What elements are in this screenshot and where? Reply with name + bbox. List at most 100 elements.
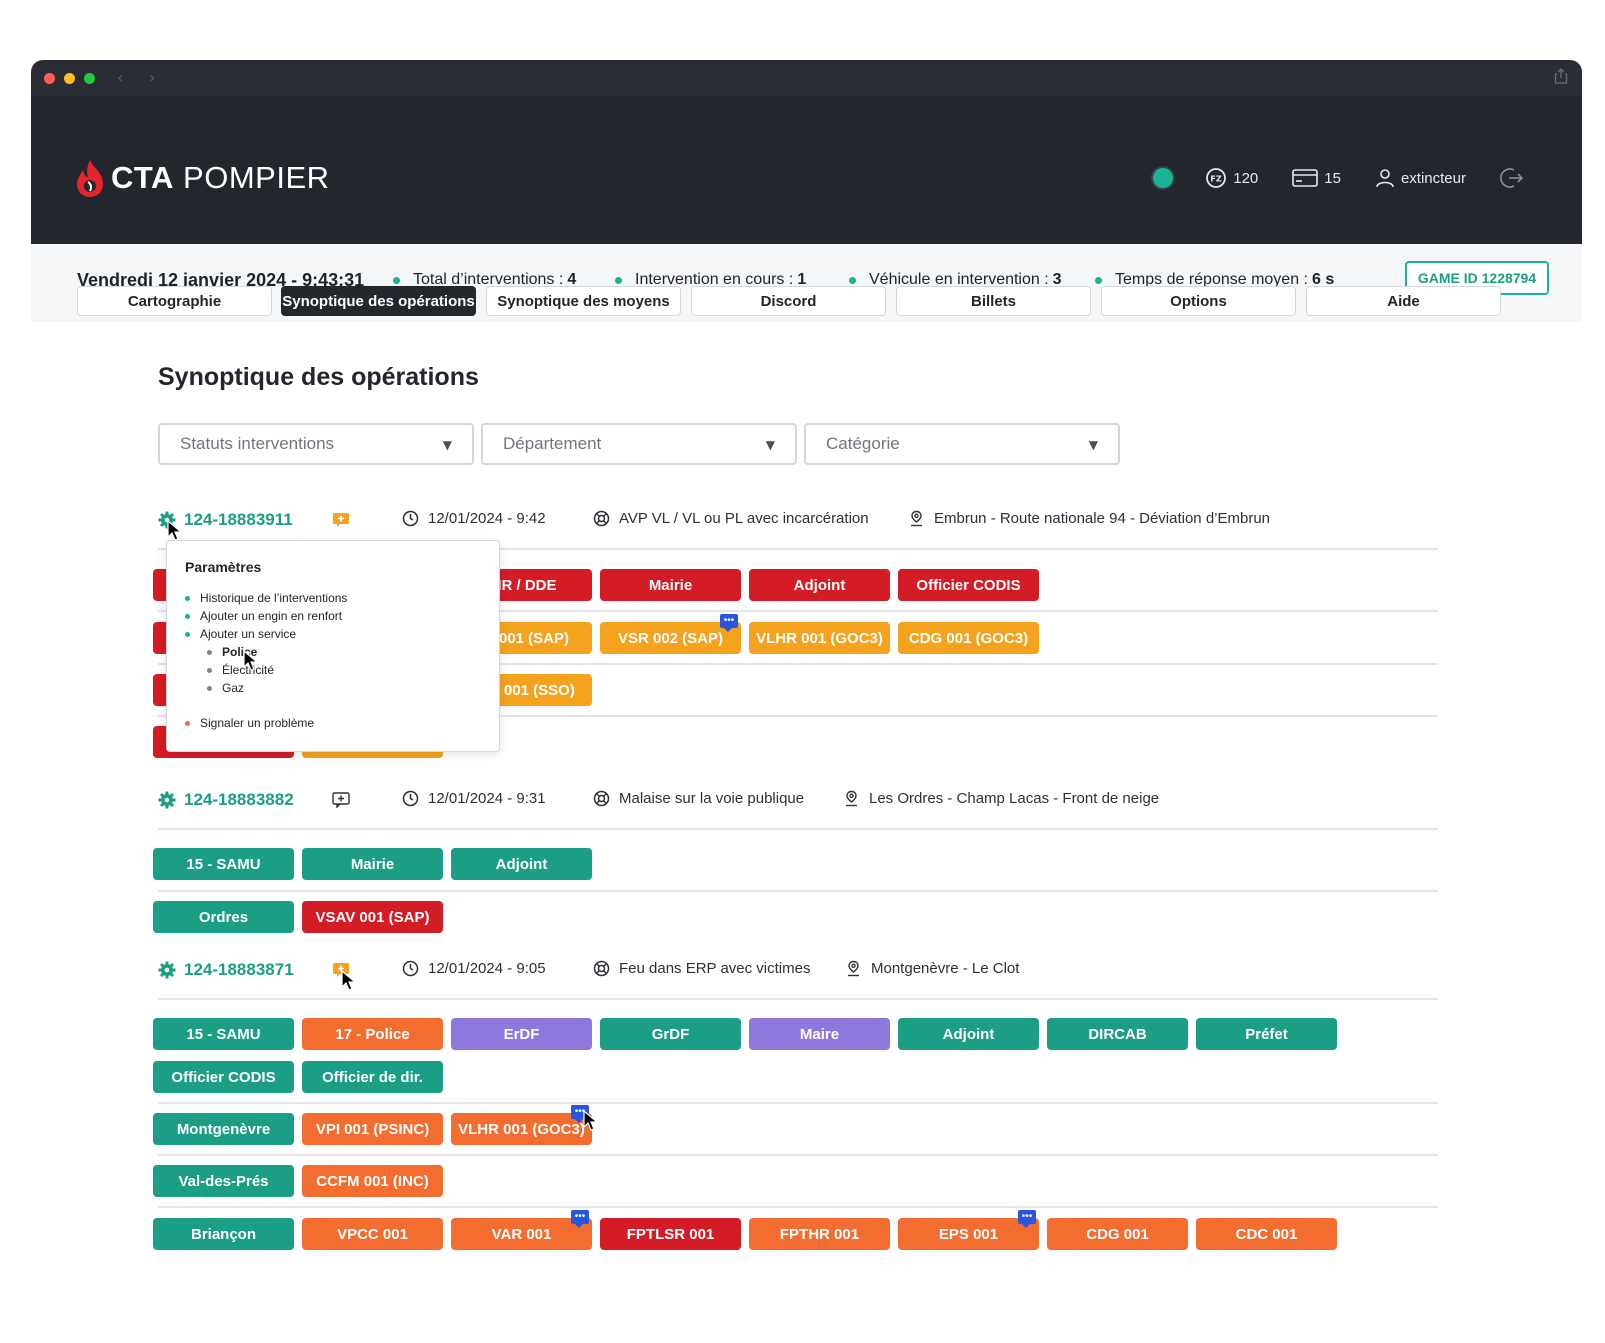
service-chip[interactable]: Préfet (1196, 1018, 1337, 1050)
service-chip[interactable]: DIRCAB (1047, 1018, 1188, 1050)
card-icon (1292, 169, 1319, 187)
app-header: CTA POMPIER FZ 120 15 extincteur (31, 96, 1582, 244)
divider (158, 890, 1438, 892)
category-filter-select[interactable]: Catégorie ▼ (804, 423, 1120, 465)
menu-item-history[interactable]: Historique de l’interventions (185, 591, 347, 605)
points-counter[interactable]: FZ 120 (1205, 167, 1258, 189)
menu-item-report-problem[interactable]: Signaler un problème (185, 716, 314, 730)
divider (158, 1206, 1438, 1208)
chevron-down-icon: ▼ (442, 438, 452, 452)
service-chip[interactable]: 15 - SAMU (153, 848, 294, 880)
service-chip[interactable]: Mairie (302, 848, 443, 880)
operation-id-link[interactable]: 124-18883882 (158, 790, 294, 810)
tab-cartographie[interactable]: Cartographie (77, 286, 272, 316)
vehicle-chip[interactable]: VLHR 001 (GOC3) (749, 622, 890, 654)
vehicle-chip[interactable]: CCFM 001 (INC) (302, 1165, 443, 1197)
location-pin-icon (911, 510, 922, 527)
brand-logo[interactable]: CTA POMPIER (73, 156, 330, 200)
station-chip[interactable]: Briançon (153, 1218, 294, 1250)
settings-popup: Paramètres Historique de l’interventions… (166, 540, 500, 752)
service-chip[interactable]: GrDF (600, 1018, 741, 1050)
operation-type: Malaise sur la voie publique (593, 790, 804, 807)
message-icon[interactable]: ••• (720, 614, 738, 632)
menu-item-add-vehicle[interactable]: Ajouter un engin en renfort (185, 609, 342, 623)
gear-icon[interactable] (158, 961, 176, 979)
share-icon[interactable] (1554, 68, 1568, 84)
cards-counter[interactable]: 15 (1292, 168, 1341, 188)
logout-icon[interactable] (1500, 167, 1524, 189)
maximize-window-button[interactable] (84, 73, 95, 84)
vehicle-chip[interactable]: FPTLSR 001 (600, 1218, 741, 1250)
user-menu[interactable]: extincteur (1375, 168, 1466, 188)
divider (158, 998, 1438, 1000)
vehicle-chip[interactable]: VPI 001 (PSINC) (302, 1113, 443, 1145)
service-chip[interactable]: Adjoint (898, 1018, 1039, 1050)
operation-location: Embrun - Route nationale 94 - Déviation … (908, 510, 1270, 527)
tab-aide[interactable]: Aide (1306, 286, 1501, 316)
service-chip[interactable]: Adjoint (749, 569, 890, 601)
operation-id-link[interactable]: 124-18883871 (158, 960, 294, 980)
tab-billets[interactable]: Billets (896, 286, 1091, 316)
message-add-icon[interactable] (332, 512, 350, 528)
department-filter-select[interactable]: Département ▼ (481, 423, 797, 465)
menu-item-gas[interactable]: Gaz (207, 681, 244, 695)
user-icon (1376, 169, 1394, 188)
connection-status-indicator (1151, 166, 1176, 190)
svg-text:FZ: FZ (1211, 175, 1222, 184)
vehicle-chip[interactable]: CDC 001 (1196, 1218, 1337, 1250)
station-chip[interactable]: Ordres (153, 901, 294, 933)
message-icon[interactable]: ••• (1018, 1210, 1036, 1228)
tab-synoptique-operations[interactable]: Synoptique des opérations (281, 286, 476, 316)
brand-name: CTA POMPIER (111, 160, 330, 195)
service-chip[interactable]: 17 - Police (302, 1018, 443, 1050)
flame-icon (77, 160, 103, 197)
station-chip[interactable]: Val-des-Prés (153, 1165, 294, 1197)
operation-datetime: 12/01/2024 - 9:42 (402, 510, 546, 527)
service-chip[interactable]: Adjoint (451, 848, 592, 880)
tab-options[interactable]: Options (1101, 286, 1296, 316)
mouse-cursor-icon (341, 970, 357, 991)
clock-icon (402, 510, 419, 527)
divider (158, 1102, 1438, 1104)
status-filter-select[interactable]: Statuts interventions ▼ (158, 423, 474, 465)
operation-datetime: 12/01/2024 - 9:31 (402, 790, 546, 807)
service-chip[interactable]: Officier CODIS (898, 569, 1039, 601)
service-chip[interactable]: ErDF (451, 1018, 592, 1050)
station-chip[interactable]: Montgenèvre (153, 1113, 294, 1145)
popup-title: Paramètres (185, 559, 262, 575)
divider (158, 1154, 1438, 1156)
tab-synoptique-moyens[interactable]: Synoptique des moyens (486, 286, 681, 316)
clock-icon (402, 790, 419, 807)
chevron-down-icon: ▼ (765, 438, 775, 452)
back-arrow-icon[interactable]: ‹ (117, 68, 123, 87)
operation-type: Feu dans ERP avec victimes (593, 960, 810, 977)
divider (158, 828, 1438, 830)
lifebuoy-icon (593, 510, 610, 527)
forward-arrow-icon[interactable]: › (149, 68, 155, 87)
service-chip[interactable]: Officier CODIS (153, 1061, 294, 1093)
vehicle-chip[interactable]: VSAV 001 (SAP) (302, 901, 443, 933)
lifebuoy-icon (593, 960, 610, 977)
tab-discord[interactable]: Discord (691, 286, 886, 316)
vehicle-chip[interactable]: CDG 001 (GOC3) (898, 622, 1039, 654)
lifebuoy-icon (593, 790, 610, 807)
location-pin-icon (846, 790, 857, 807)
mouse-cursor-icon (167, 520, 183, 541)
message-add-icon[interactable] (332, 792, 350, 808)
service-chip[interactable]: Officier de dir. (302, 1061, 443, 1093)
message-icon[interactable]: ••• (571, 1210, 589, 1228)
menu-item-add-service[interactable]: Ajouter un service (185, 627, 296, 641)
close-window-button[interactable] (44, 73, 55, 84)
service-chip[interactable]: Mairie (600, 569, 741, 601)
vehicle-chip[interactable]: VPCC 001 (302, 1218, 443, 1250)
gear-icon[interactable] (158, 791, 176, 809)
location-pin-icon (848, 960, 859, 977)
menu-item-electricity[interactable]: Électricité (207, 663, 274, 677)
service-chip[interactable]: 15 - SAMU (153, 1018, 294, 1050)
vehicle-chip[interactable]: CDG 001 (1047, 1218, 1188, 1250)
minimize-window-button[interactable] (64, 73, 75, 84)
chevron-down-icon: ▼ (1088, 438, 1098, 452)
service-chip[interactable]: Maire (749, 1018, 890, 1050)
vehicle-chip[interactable]: FPTHR 001 (749, 1218, 890, 1250)
operation-location: Les Ordres - Champ Lacas - Front de neig… (843, 790, 1159, 807)
